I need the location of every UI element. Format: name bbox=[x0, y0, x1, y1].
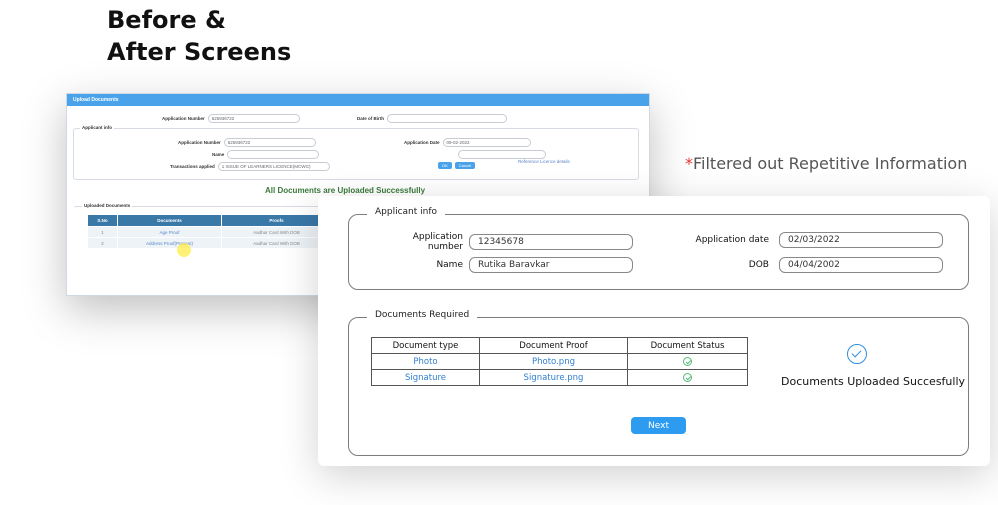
dob-input[interactable]: 04/04/2002 bbox=[779, 257, 943, 273]
documents-required-title: Documents Required bbox=[367, 310, 478, 320]
old-inner-app-number-label: Application Number bbox=[178, 140, 221, 145]
annotation-star: * bbox=[685, 154, 693, 173]
applicant-info-panel: Applicant info Application number 123456… bbox=[348, 207, 969, 290]
old-group-title: Applicant info bbox=[80, 125, 114, 130]
old-name2-input[interactable] bbox=[458, 150, 546, 159]
before-after-canvas: Before & After Screens *Filtered out Rep… bbox=[0, 0, 998, 505]
old-dob-row: Date of Birth bbox=[357, 114, 507, 123]
applicant-info-title: Applicant info bbox=[367, 207, 446, 217]
name-label: Name bbox=[436, 260, 463, 270]
cell-document-status bbox=[627, 369, 748, 386]
old-th-proofs: Proofs bbox=[221, 214, 332, 227]
old-cell-sno: 2 bbox=[87, 237, 118, 249]
old-name-label: Name bbox=[212, 152, 225, 157]
page-heading: Before & After Screens bbox=[107, 4, 291, 68]
annotation-label: Filtered out Repetitive Information bbox=[693, 154, 968, 173]
after-screen: Applicant info Application number 123456… bbox=[318, 196, 990, 466]
old-inner-app-number-input[interactable]: 525936722 bbox=[223, 138, 316, 147]
cell-document-type[interactable]: Signature bbox=[371, 369, 480, 386]
old-transactions-row: Transactions applied 1 ISSUE OF LEARNERS… bbox=[170, 162, 330, 171]
heading-line-2: After Screens bbox=[107, 38, 292, 66]
documents-table: Document type Document Proof Document St… bbox=[371, 337, 748, 386]
old-cell-proof: Aadhar Card With DOB bbox=[221, 237, 332, 249]
cell-document-status bbox=[627, 353, 748, 370]
dob-label: DOB bbox=[748, 260, 769, 270]
name-field: Name Rutika Baravkar bbox=[379, 257, 633, 273]
old-app-date-label: Application Date bbox=[404, 140, 440, 145]
application-date-label: Application date bbox=[695, 235, 769, 245]
old-th-sno: S.No bbox=[87, 214, 118, 227]
th-document-status: Document Status bbox=[627, 337, 748, 354]
upload-success-check-icon bbox=[847, 344, 867, 364]
th-document-type: Document type bbox=[371, 337, 480, 354]
cell-document-proof-link[interactable]: Signature.png bbox=[479, 369, 628, 386]
old-cell-document-link[interactable]: Age Proof bbox=[117, 226, 222, 238]
heading-line-1: Before & bbox=[107, 6, 226, 34]
old-inner-app-number-row: Application Number 525936722 bbox=[178, 138, 316, 147]
old-ok-button[interactable]: OK bbox=[438, 162, 452, 169]
dob-field: DOB 04/04/2002 bbox=[685, 257, 943, 273]
old-table-header-row: S.No Documents Proofs bbox=[87, 214, 332, 227]
uploaded-success-text: Documents Uploaded Succesfully bbox=[781, 375, 966, 388]
old-transactions-label: Transactions applied bbox=[170, 164, 215, 169]
table-row: 1 Age Proof Aadhar Card With DOB bbox=[87, 226, 332, 238]
table-row: 2 Address Proof(Present) Aadhar Card Wit… bbox=[87, 237, 332, 249]
old-th-documents: Documents bbox=[117, 214, 222, 227]
old-name2-row bbox=[458, 150, 546, 159]
old-action-buttons: OK Cancel bbox=[438, 162, 476, 169]
cell-document-type[interactable]: Photo bbox=[371, 353, 480, 370]
table-row: Photo Photo.png bbox=[371, 353, 748, 370]
old-name-row: Name bbox=[212, 150, 320, 159]
check-circle-icon bbox=[683, 356, 692, 366]
old-cell-proof: Aadhar Card With DOB bbox=[221, 226, 332, 238]
cursor-highlight-icon bbox=[177, 243, 191, 257]
old-dob-input[interactable] bbox=[387, 114, 507, 123]
cell-document-proof-link[interactable]: Photo.png bbox=[479, 353, 628, 370]
old-dob-label: Date of Birth bbox=[357, 116, 384, 121]
annotation-text: *Filtered out Repetitive Information bbox=[685, 154, 967, 173]
next-button[interactable]: Next bbox=[631, 417, 686, 434]
old-cancel-button[interactable]: Cancel bbox=[454, 162, 476, 169]
old-app-number-input[interactable]: 525936722 bbox=[207, 114, 300, 123]
old-uploaded-title: Uploaded Documents bbox=[82, 203, 133, 208]
table-row: Signature Signature.png bbox=[371, 369, 748, 386]
application-number-field: Application number 12345678 bbox=[379, 232, 633, 252]
old-app-number-row: Application Number 525936722 bbox=[162, 114, 300, 123]
th-document-proof: Document Proof bbox=[479, 337, 628, 354]
old-cell-sno: 1 bbox=[87, 226, 118, 238]
documents-header-row: Document type Document Proof Document St… bbox=[371, 337, 748, 354]
old-documents-table: S.No Documents Proofs 1 Age Proof Aadhar… bbox=[87, 214, 332, 249]
old-title-bar: Upload Documents bbox=[67, 94, 649, 106]
name-input[interactable]: Rutika Baravkar bbox=[469, 257, 633, 273]
old-app-date-input[interactable]: 09-02-2022 bbox=[442, 138, 531, 147]
old-name-input[interactable] bbox=[227, 150, 320, 159]
application-date-field: Application date 02/03/2022 bbox=[685, 232, 943, 248]
old-reference-link[interactable]: Reference Licence details bbox=[518, 159, 570, 164]
old-success-message: All Documents are Uploaded Successfully bbox=[265, 186, 426, 195]
application-number-label: Application number bbox=[412, 232, 463, 252]
old-applicant-group: Applicant info Application Number 525936… bbox=[73, 125, 639, 180]
documents-required-panel: Documents Required Document type Documen… bbox=[348, 310, 969, 456]
old-cell-document-link[interactable]: Address Proof(Present) bbox=[117, 237, 222, 249]
old-transactions-input[interactable]: 1 ISSUE OF LEARNERS LICENCE(MCWG) bbox=[217, 162, 330, 171]
application-date-input[interactable]: 02/03/2022 bbox=[779, 232, 943, 248]
old-app-date-row: Application Date 09-02-2022 bbox=[404, 138, 531, 147]
application-number-input[interactable]: 12345678 bbox=[469, 234, 633, 250]
check-circle-icon bbox=[683, 372, 692, 382]
old-app-number-label: Application Number bbox=[162, 116, 205, 121]
